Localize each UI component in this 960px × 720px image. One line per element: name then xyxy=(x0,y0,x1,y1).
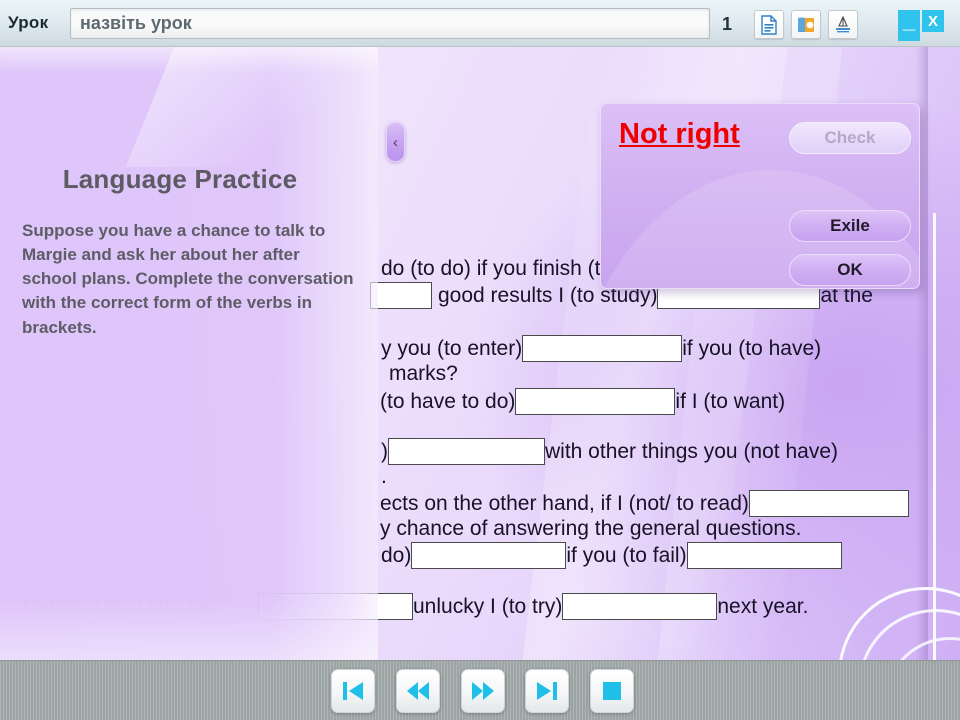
exercise-line-8: ects on the other hand, if I (not/ to re… xyxy=(380,490,909,517)
rewind-button[interactable] xyxy=(396,669,440,713)
answer-input[interactable] xyxy=(388,438,545,465)
exercise-text: y chance of answering the general questi… xyxy=(380,517,802,540)
skip-to-end-icon xyxy=(537,682,557,700)
answer-input[interactable] xyxy=(411,542,567,569)
page-title: Language Practice xyxy=(62,164,298,194)
status-badge: Not right xyxy=(619,118,740,150)
document-icon xyxy=(761,14,777,35)
check-button[interactable]: Check xyxy=(789,122,911,154)
microscope-icon-button[interactable] xyxy=(828,10,858,39)
exercise-text: (to have to do) xyxy=(380,389,516,413)
exercise-line-9: y chance of answering the general questi… xyxy=(380,517,801,541)
slide-stage: do (to do) if you finish (to finish) sch… xyxy=(0,47,960,660)
instructions-text: Suppose you have a chance to talk to Mar… xyxy=(22,221,354,337)
exercise-text: unlucky I (to try) xyxy=(413,594,563,618)
ok-button[interactable]: OK xyxy=(789,254,911,286)
exercise-line-4: marks? xyxy=(389,362,458,386)
bottom-toolbar xyxy=(0,660,960,720)
exercise-line-6: ) with other things you (not have) xyxy=(381,438,838,465)
lesson-label: Урок xyxy=(8,13,49,32)
exercise-line-10: do) if you (to fail) xyxy=(381,542,842,569)
exercise-text: with other things you (not have) xyxy=(545,439,838,463)
language-practice-panel: Language Practice Suppose you have a cha… xyxy=(0,47,435,660)
stop-button[interactable] xyxy=(590,669,634,713)
exercise-line-5: (to have to do) if I (to want) xyxy=(380,388,785,415)
exercise-text: if you (to have) xyxy=(682,336,822,360)
answer-input[interactable] xyxy=(686,542,842,569)
folder-icon xyxy=(798,17,814,32)
exile-button[interactable]: Exile xyxy=(789,210,911,242)
lesson-name-input[interactable]: назвіть урок xyxy=(70,8,710,39)
answer-input[interactable] xyxy=(748,490,909,517)
window-controls: _ X xyxy=(898,10,944,41)
answer-input[interactable] xyxy=(370,282,432,309)
microscope-icon xyxy=(836,15,850,32)
first-button[interactable] xyxy=(331,669,375,713)
title-bar: Урок назвіть урок 1 _ X xyxy=(0,0,960,47)
page-number: 1 xyxy=(722,14,733,34)
panel-bottom-gloss xyxy=(0,600,378,660)
exercise-text: ects on the other hand, if I (not/ to re… xyxy=(380,491,749,515)
exercise-text: if I (to want) xyxy=(675,389,786,413)
last-button[interactable] xyxy=(525,669,569,713)
close-button[interactable]: X xyxy=(922,10,944,32)
feedback-dialog: Not right Check Exile OK xyxy=(600,103,920,289)
forward-button[interactable] xyxy=(461,669,505,713)
fast-forward-icon xyxy=(472,682,494,700)
skip-to-start-icon xyxy=(343,682,363,700)
answer-input[interactable] xyxy=(562,593,718,620)
rewind-icon xyxy=(407,682,429,700)
exercise-text: . xyxy=(381,465,387,488)
exercise-text: marks? xyxy=(389,362,458,385)
chevron-left-icon[interactable]: ‹ xyxy=(386,122,405,162)
exercise-line-3: y you (to enter) if you (to have) xyxy=(381,335,821,362)
exercise-text: ) xyxy=(381,439,388,463)
document-icon-button[interactable] xyxy=(754,10,784,39)
exercise-text: if you (to fail) xyxy=(566,543,687,567)
folder-icon-button[interactable] xyxy=(791,10,821,39)
answer-input[interactable] xyxy=(515,388,676,415)
exercise-text: y you (to enter) xyxy=(381,336,523,360)
exercise-text: do) xyxy=(381,543,412,567)
minimize-button[interactable]: _ xyxy=(898,10,920,41)
application-window: Урок назвіть урок 1 _ X do (to do) if yo… xyxy=(0,0,960,720)
stop-icon xyxy=(603,682,621,700)
exercise-text: next year. xyxy=(717,594,809,618)
exercise-line-7: . xyxy=(381,465,387,489)
answer-input[interactable] xyxy=(522,335,683,362)
